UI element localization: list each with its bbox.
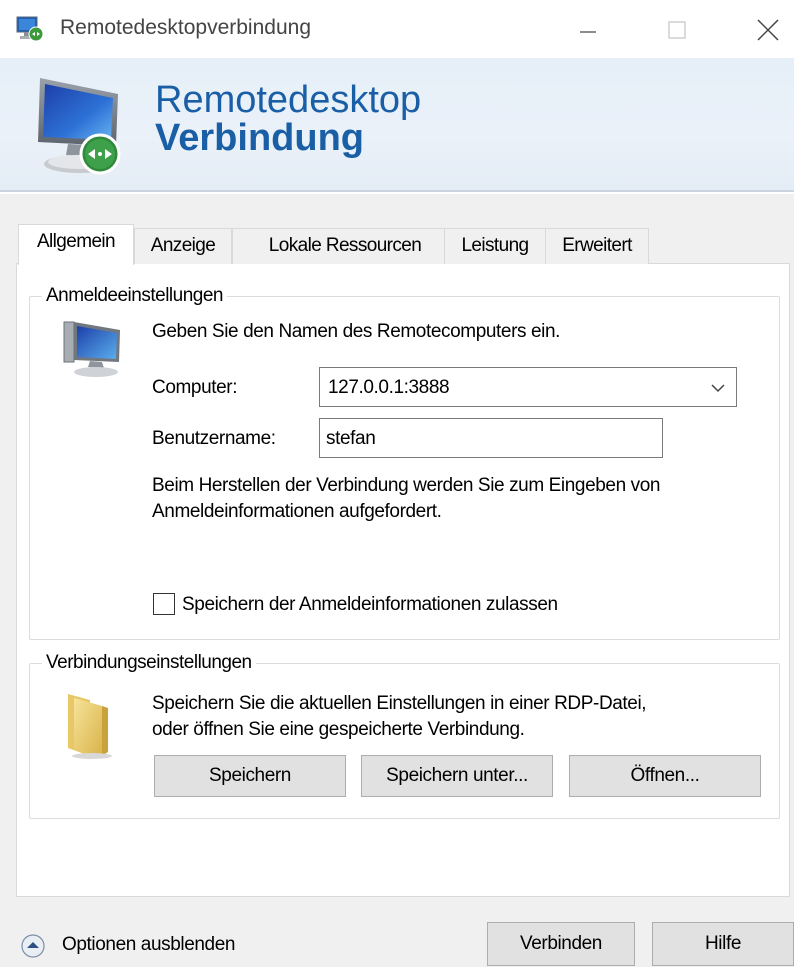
chevron-down-icon[interactable] <box>708 378 728 398</box>
computer-icon <box>63 321 120 377</box>
connection-info-line2: oder öffnen Sie eine gespeicherte Verbin… <box>152 719 525 740</box>
maximize-button[interactable] <box>658 10 698 50</box>
login-settings-group: Anmeldeeinstellungen <box>29 285 780 640</box>
hide-options-label[interactable]: Optionen ausblenden <box>62 934 235 956</box>
login-instruction: Geben Sie den Namen des Remotecomputers … <box>152 321 561 342</box>
connect-button[interactable]: Verbinden <box>487 922 635 966</box>
title-bar: Remotedesktopverbindung <box>0 0 794 58</box>
computer-combobox[interactable]: 127.0.0.1:3888 <box>319 367 737 407</box>
username-value: stefan <box>326 428 376 449</box>
login-settings-legend: Anmeldeeinstellungen <box>42 285 227 307</box>
tab-display[interactable]: Anzeige <box>134 228 232 264</box>
save-credentials-checkbox[interactable] <box>153 593 175 615</box>
help-button[interactable]: Hilfe <box>652 922 794 966</box>
save-as-button[interactable]: Speichern unter... <box>361 755 553 797</box>
minimize-button[interactable] <box>568 10 608 50</box>
header-banner: Remotedesktop Verbindung <box>0 58 794 192</box>
computer-value: 127.0.0.1:3888 <box>328 377 450 398</box>
credential-info-line1: Beim Herstellen der Verbindung werden Si… <box>152 475 661 496</box>
tab-local-resources[interactable]: Lokale Ressourcen <box>232 228 458 264</box>
open-button[interactable]: Öffnen... <box>569 755 761 797</box>
banner-title-line2: Verbindung <box>155 117 364 159</box>
window-title: Remotedesktopverbindung <box>60 16 311 39</box>
collapse-options-icon[interactable] <box>20 933 46 959</box>
remote-desktop-app-icon <box>16 16 44 42</box>
folder-icon <box>68 694 112 759</box>
computer-label: Computer: <box>152 377 238 398</box>
tab-advanced[interactable]: Erweitert <box>545 228 649 264</box>
credential-info-line2: Anmeldeinformationen aufgefordert. <box>152 501 442 522</box>
remote-monitor-icon <box>38 78 121 175</box>
connection-info-line1: Speichern Sie die aktuellen Einstellunge… <box>152 693 647 714</box>
banner-title-line1: Remotedesktop <box>155 79 422 121</box>
username-field[interactable]: stefan <box>319 418 663 458</box>
close-button[interactable] <box>748 10 788 50</box>
username-label: Benutzername: <box>152 428 276 449</box>
save-button[interactable]: Speichern <box>154 755 346 797</box>
connection-settings-legend: Verbindungseinstellungen <box>42 652 256 674</box>
tab-performance[interactable]: Leistung <box>444 228 546 264</box>
save-credentials-label[interactable]: Speichern der Anmeldeinformationen zulas… <box>182 594 558 616</box>
tab-general[interactable]: Allgemein <box>18 224 134 265</box>
